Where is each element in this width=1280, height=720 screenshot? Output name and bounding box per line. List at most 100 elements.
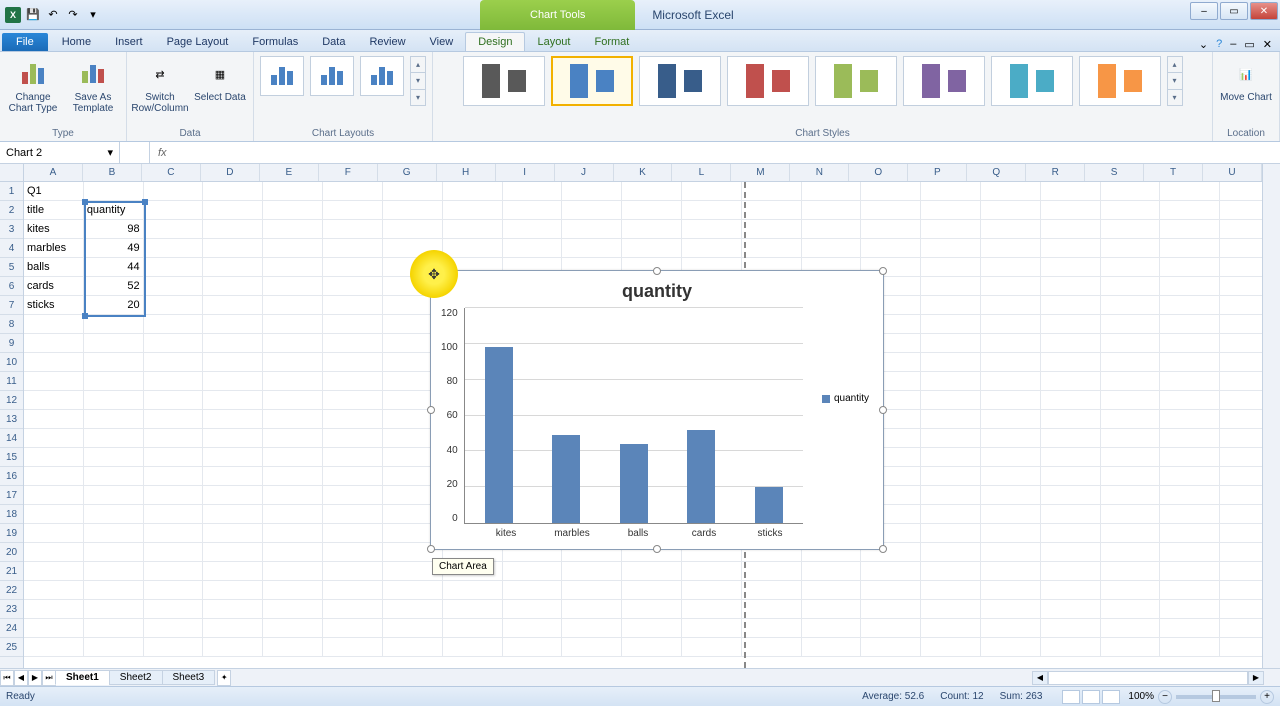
cell[interactable] — [981, 334, 1041, 353]
cell[interactable] — [742, 600, 802, 619]
qat-dropdown-icon[interactable]: ▾ — [84, 6, 102, 24]
chart-bar[interactable] — [552, 435, 580, 523]
cell[interactable] — [1160, 562, 1220, 581]
cell[interactable] — [263, 600, 323, 619]
move-chart-button[interactable]: 📊 Move Chart — [1219, 56, 1273, 103]
column-header[interactable]: C — [142, 164, 201, 181]
cell[interactable] — [24, 581, 84, 600]
cell[interactable] — [263, 448, 323, 467]
cell[interactable] — [144, 296, 204, 315]
cell[interactable] — [921, 372, 981, 391]
cell[interactable] — [24, 562, 84, 581]
cell[interactable] — [1160, 543, 1220, 562]
cell[interactable] — [562, 220, 622, 239]
cell[interactable] — [263, 619, 323, 638]
cell[interactable] — [323, 277, 383, 296]
cell[interactable] — [144, 467, 204, 486]
excel-app-icon[interactable]: X — [4, 6, 22, 24]
minimize-button[interactable]: – — [1190, 2, 1218, 20]
cell[interactable] — [1160, 600, 1220, 619]
cell[interactable] — [921, 296, 981, 315]
chart-resize-handle[interactable] — [427, 545, 435, 553]
cell[interactable] — [203, 353, 263, 372]
tab-layout[interactable]: Layout — [525, 33, 582, 51]
cell[interactable] — [144, 315, 204, 334]
select-all-button[interactable] — [0, 164, 24, 182]
chart-legend[interactable]: quantity — [822, 393, 869, 404]
cell[interactable] — [503, 201, 563, 220]
cell[interactable] — [1101, 448, 1161, 467]
cell[interactable]: 98 — [84, 220, 144, 239]
cell[interactable] — [1041, 353, 1101, 372]
cell[interactable] — [24, 638, 84, 657]
cell[interactable] — [84, 619, 144, 638]
cell[interactable] — [921, 600, 981, 619]
cell[interactable] — [84, 334, 144, 353]
cell[interactable] — [323, 372, 383, 391]
column-headers[interactable]: ABCDEFGHIJKLMNOPQRSTU — [24, 164, 1262, 182]
cell[interactable] — [24, 429, 84, 448]
column-header[interactable]: F — [319, 164, 378, 181]
cell[interactable] — [1101, 638, 1161, 657]
cell[interactable] — [1101, 220, 1161, 239]
zoom-out-button[interactable]: − — [1158, 690, 1172, 704]
cell[interactable] — [323, 258, 383, 277]
cell[interactable] — [203, 448, 263, 467]
cell[interactable] — [383, 182, 443, 201]
cell[interactable] — [1041, 543, 1101, 562]
cell[interactable] — [443, 600, 503, 619]
cell[interactable] — [443, 201, 503, 220]
cell[interactable] — [802, 239, 862, 258]
cell[interactable] — [981, 277, 1041, 296]
cell[interactable]: 52 — [84, 277, 144, 296]
cell[interactable] — [1101, 296, 1161, 315]
column-header[interactable]: U — [1203, 164, 1262, 181]
cell[interactable] — [144, 524, 204, 543]
cell[interactable] — [203, 239, 263, 258]
cell[interactable] — [921, 448, 981, 467]
tab-page-layout[interactable]: Page Layout — [155, 33, 241, 51]
cell[interactable] — [981, 429, 1041, 448]
row-header[interactable]: 16 — [0, 467, 23, 486]
tab-format[interactable]: Format — [582, 33, 641, 51]
chart-layout-3[interactable] — [360, 56, 404, 96]
cell[interactable] — [1101, 543, 1161, 562]
cell[interactable] — [263, 581, 323, 600]
cell[interactable] — [622, 600, 682, 619]
column-header[interactable]: Q — [967, 164, 1026, 181]
row-header[interactable]: 17 — [0, 486, 23, 505]
chart-style-thumb[interactable] — [903, 56, 985, 106]
cell[interactable]: title — [24, 201, 84, 220]
cell[interactable] — [562, 619, 622, 638]
cell[interactable] — [503, 182, 563, 201]
cell[interactable] — [323, 410, 383, 429]
cell[interactable] — [1041, 220, 1101, 239]
cell[interactable] — [921, 239, 981, 258]
cell[interactable] — [263, 315, 323, 334]
cell[interactable] — [203, 619, 263, 638]
row-header[interactable]: 21 — [0, 562, 23, 581]
cell[interactable] — [263, 467, 323, 486]
column-header[interactable]: T — [1144, 164, 1203, 181]
vertical-scrollbar[interactable] — [1262, 164, 1280, 668]
row-header[interactable]: 7 — [0, 296, 23, 315]
cell[interactable] — [503, 638, 563, 657]
chart-layout-2[interactable] — [310, 56, 354, 96]
cell[interactable] — [861, 581, 921, 600]
cell[interactable] — [981, 581, 1041, 600]
cell[interactable] — [24, 353, 84, 372]
cell[interactable] — [1160, 201, 1220, 220]
sheet-tab[interactable]: Sheet1 — [55, 670, 110, 685]
column-header[interactable]: N — [790, 164, 849, 181]
cell[interactable] — [323, 543, 383, 562]
chart-resize-handle[interactable] — [653, 545, 661, 553]
cell[interactable] — [861, 619, 921, 638]
cell[interactable] — [84, 600, 144, 619]
cell[interactable] — [1160, 315, 1220, 334]
cell[interactable] — [1160, 524, 1220, 543]
row-header[interactable]: 20 — [0, 543, 23, 562]
cell[interactable] — [861, 638, 921, 657]
column-header[interactable]: J — [555, 164, 614, 181]
column-header[interactable]: D — [201, 164, 260, 181]
chart-bar[interactable] — [620, 444, 648, 523]
